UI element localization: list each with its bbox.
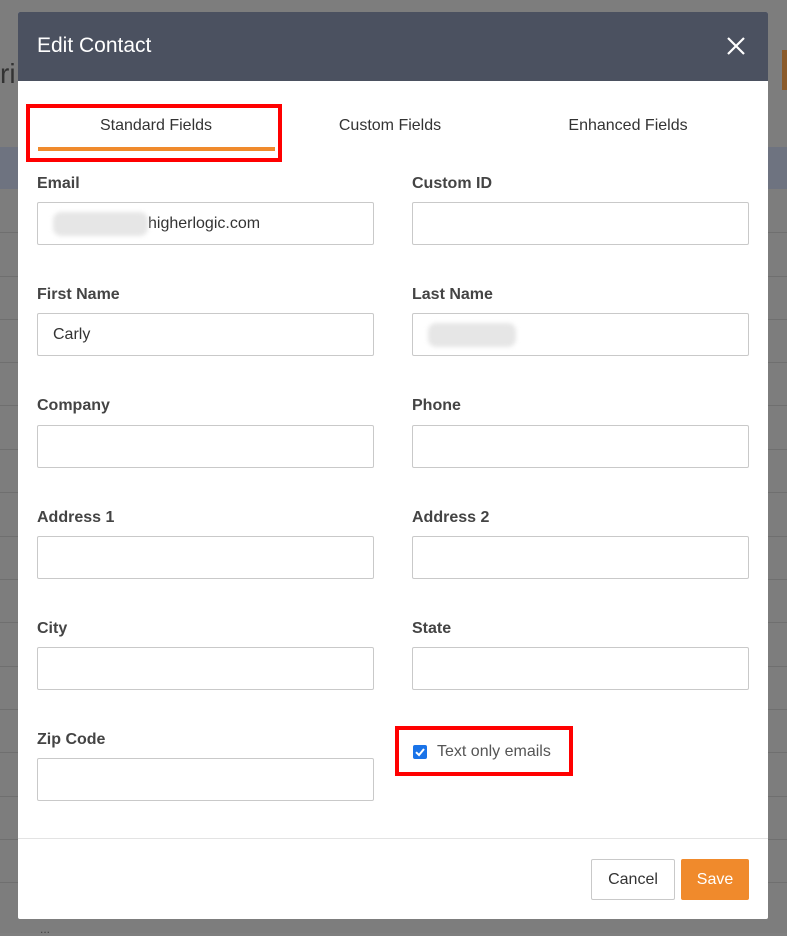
footer-divider bbox=[18, 838, 768, 839]
text-only-emails-label: Text only emails bbox=[437, 743, 551, 760]
email-value: higherlogic.com bbox=[148, 215, 261, 232]
checkmark-icon bbox=[415, 748, 425, 757]
background-action-button bbox=[782, 50, 787, 90]
last-name-label: Last Name bbox=[412, 286, 493, 303]
tab-custom-fields[interactable]: Custom Fields bbox=[270, 117, 510, 135]
custom-id-label: Custom ID bbox=[412, 175, 492, 192]
email-label: Email bbox=[37, 175, 80, 192]
city-label: City bbox=[37, 620, 68, 637]
dialog-header: Edit Contact bbox=[18, 12, 768, 81]
first-name-label: First Name bbox=[37, 286, 120, 303]
company-field[interactable] bbox=[37, 425, 374, 468]
state-label: State bbox=[412, 620, 452, 637]
first-name-field[interactable]: Carly bbox=[37, 313, 374, 356]
edit-contact-dialog: Edit Contact Standard Fields Custom Fiel… bbox=[18, 12, 768, 919]
phone-field[interactable] bbox=[412, 425, 749, 468]
custom-id-field[interactable] bbox=[412, 202, 749, 245]
city-field[interactable] bbox=[37, 647, 374, 690]
zip-code-label: Zip Code bbox=[37, 731, 106, 748]
highlight-box-tab bbox=[26, 104, 282, 162]
tab-enhanced-fields[interactable]: Enhanced Fields bbox=[508, 117, 748, 135]
text-only-emails-checkbox[interactable] bbox=[413, 745, 427, 759]
dialog-title: Edit Contact bbox=[37, 34, 152, 57]
address2-label: Address 2 bbox=[412, 509, 490, 526]
background-page-title: ri bbox=[0, 58, 16, 89]
address2-field[interactable] bbox=[412, 536, 749, 579]
email-field[interactable]: higherlogic.com bbox=[37, 202, 374, 245]
state-field[interactable] bbox=[412, 647, 749, 690]
zip-code-field[interactable] bbox=[37, 758, 374, 801]
cancel-button[interactable]: Cancel bbox=[591, 859, 675, 900]
background-footer-text: ... bbox=[40, 922, 51, 936]
phone-label: Phone bbox=[412, 397, 461, 414]
last-name-field[interactable] bbox=[412, 313, 749, 356]
address1-field[interactable] bbox=[37, 536, 374, 579]
redacted-text bbox=[428, 322, 516, 347]
save-button[interactable]: Save bbox=[681, 859, 749, 900]
close-icon[interactable] bbox=[726, 36, 746, 56]
address1-label: Address 1 bbox=[37, 509, 115, 526]
company-label: Company bbox=[37, 397, 110, 414]
redacted-text bbox=[53, 211, 148, 236]
